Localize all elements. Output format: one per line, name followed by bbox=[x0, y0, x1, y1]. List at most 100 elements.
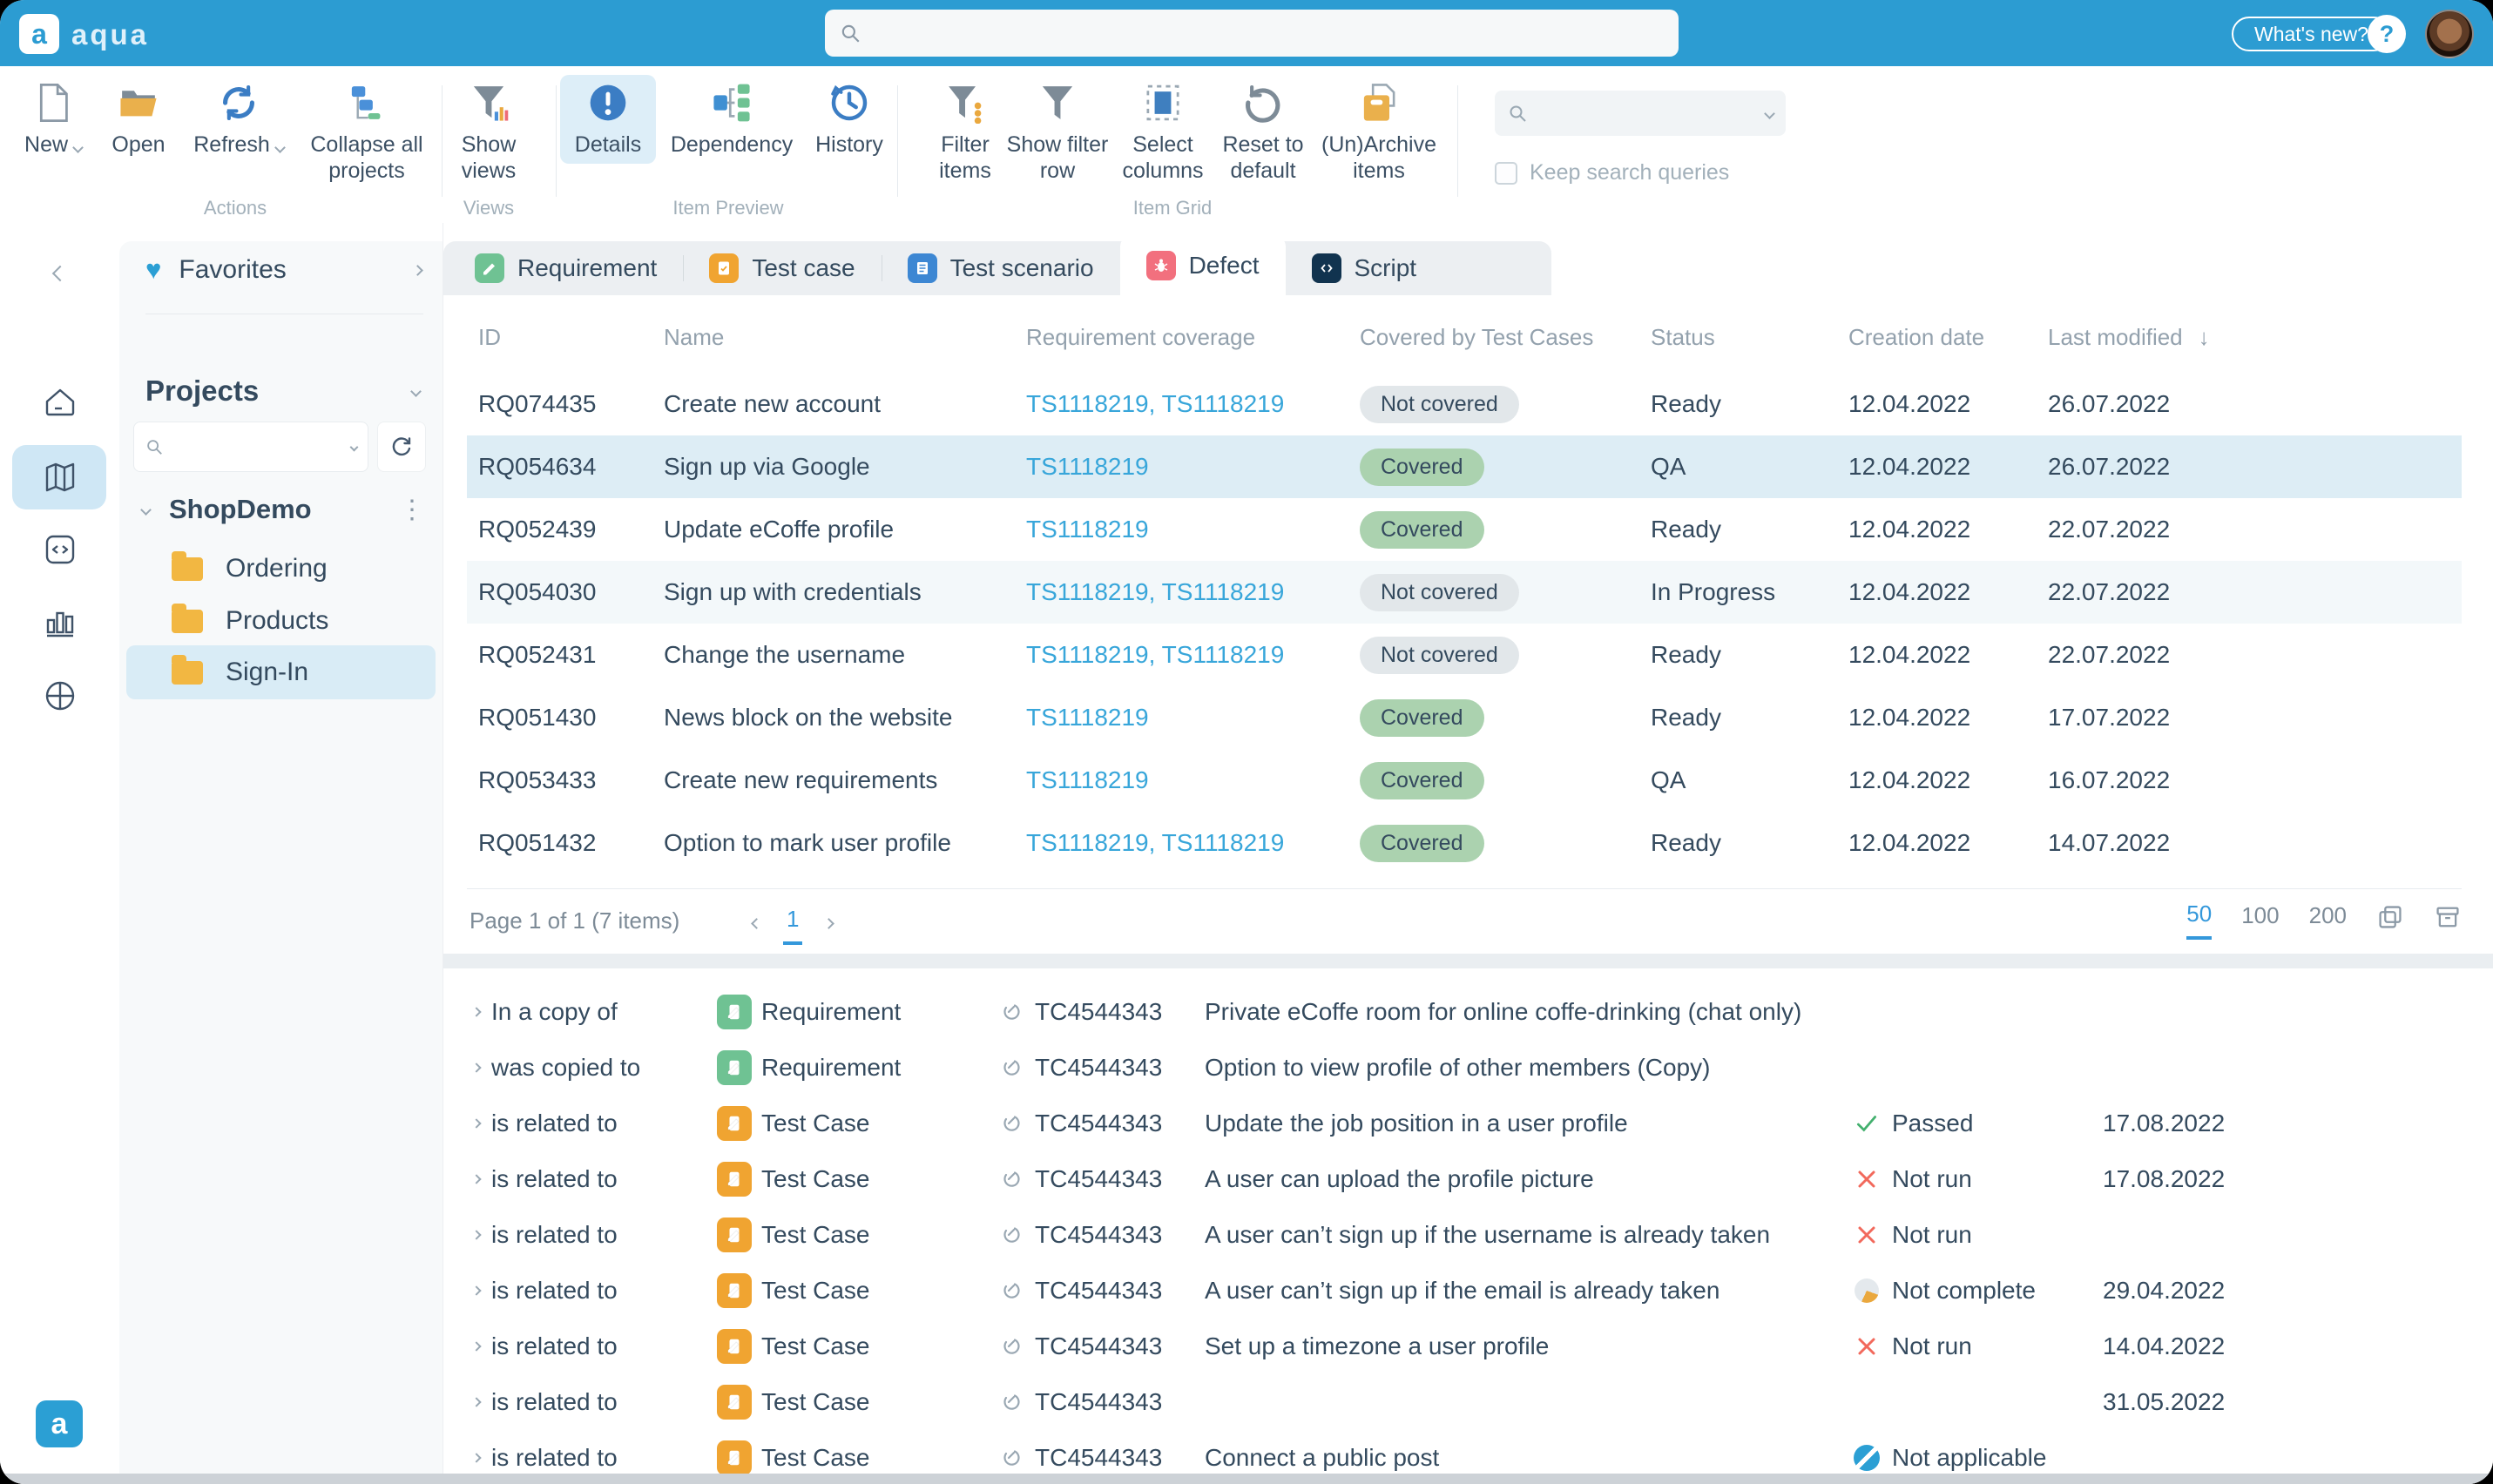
expand-chevron-icon[interactable] bbox=[471, 1397, 481, 1406]
table-row[interactable]: RQ052431 Change the username TS1118219, … bbox=[467, 624, 2462, 686]
expand-chevron-icon[interactable] bbox=[471, 1230, 481, 1239]
item-id-link[interactable]: TC4544343 bbox=[1035, 998, 1162, 1026]
filter-items-button[interactable]: Filter items bbox=[917, 80, 1013, 184]
expand-chevron-icon[interactable] bbox=[471, 1174, 481, 1184]
col-header-modified[interactable]: Last modified↓ bbox=[2048, 324, 2462, 351]
relation-row[interactable]: is related to Test Case TC4544343 bbox=[467, 1374, 2470, 1430]
item-description[interactable]: Option to view profile of other members … bbox=[1205, 1054, 1854, 1082]
reports-chart-icon[interactable] bbox=[40, 603, 80, 643]
expand-chevron-icon[interactable] bbox=[471, 1118, 481, 1128]
item-description[interactable]: A user can upload the profile picture bbox=[1205, 1165, 1854, 1193]
item-id-link[interactable]: TC4544343 bbox=[1035, 1277, 1162, 1305]
col-header-covered[interactable]: Covered by Test Cases bbox=[1360, 324, 1651, 351]
coverage-links[interactable]: TS1118219, TS1118219 bbox=[1026, 829, 1360, 857]
archive-icon[interactable] bbox=[2434, 903, 2462, 931]
expand-chevron-icon[interactable] bbox=[471, 1453, 481, 1462]
item-description[interactable]: A user can’t sign up if the username is … bbox=[1205, 1221, 1854, 1249]
item-id-link[interactable]: TC4544343 bbox=[1035, 1388, 1162, 1416]
item-id-link[interactable]: TC4544343 bbox=[1035, 1054, 1162, 1082]
item-id-link[interactable]: TC4544343 bbox=[1035, 1221, 1162, 1249]
coverage-links[interactable]: TS1118219, TS1118219 bbox=[1026, 390, 1360, 418]
expand-chevron-icon[interactable] bbox=[471, 1007, 481, 1016]
project-search-input[interactable] bbox=[133, 422, 368, 472]
show-filter-row-button[interactable]: Show filter row bbox=[1001, 80, 1114, 184]
item-id-link[interactable]: TC4544343 bbox=[1035, 1165, 1162, 1193]
table-row[interactable]: RQ074435 Create new account TS1118219, T… bbox=[467, 373, 2462, 435]
page-number[interactable]: 1 bbox=[783, 902, 802, 945]
coverage-links[interactable]: TS1118219 bbox=[1026, 453, 1360, 481]
user-avatar[interactable] bbox=[2425, 10, 2474, 58]
refresh-button[interactable]: Refresh bbox=[191, 80, 287, 159]
dependency-button[interactable]: Dependency bbox=[671, 80, 793, 159]
col-header-status[interactable]: Status bbox=[1651, 324, 1848, 351]
page-size-200[interactable]: 200 bbox=[2309, 902, 2347, 938]
table-row[interactable]: RQ051430 News block on the website TS111… bbox=[467, 686, 2462, 749]
item-description[interactable]: Update the job position in a user profil… bbox=[1205, 1110, 1854, 1137]
col-header-created[interactable]: Creation date bbox=[1848, 324, 2048, 351]
keep-search-queries-checkbox[interactable]: Keep search queries bbox=[1495, 160, 1729, 186]
coverage-links[interactable]: TS1118219 bbox=[1026, 704, 1360, 732]
relation-row[interactable]: In a copy of Requirement TC4544343 Priva… bbox=[467, 984, 2470, 1040]
sidebar-item-products[interactable]: Products bbox=[126, 594, 436, 648]
tab-requirement[interactable]: Requirement bbox=[449, 241, 683, 295]
next-page-button[interactable] bbox=[824, 918, 835, 929]
item-description[interactable]: Private eCoffe room for online coffe-dri… bbox=[1205, 998, 1854, 1026]
reset-to-default-button[interactable]: Reset to default bbox=[1215, 80, 1311, 184]
expand-chevron-icon[interactable] bbox=[471, 1285, 481, 1295]
table-row[interactable]: RQ052439 Update eCoffe profile TS1118219… bbox=[467, 498, 2462, 561]
copy-icon[interactable] bbox=[2376, 903, 2404, 931]
table-row[interactable]: RQ054030 Sign up with credentials TS1118… bbox=[467, 561, 2462, 624]
expand-chevron-icon[interactable] bbox=[471, 1341, 481, 1351]
apps-grid-icon[interactable] bbox=[40, 676, 80, 716]
tab-test-scenario[interactable]: Test scenario bbox=[882, 241, 1120, 295]
relation-row[interactable]: is related to Test Case TC4544343 Set up… bbox=[467, 1319, 2470, 1374]
table-row[interactable]: RQ054634 Sign up via Google TS1118219 Co… bbox=[467, 435, 2462, 498]
relation-row[interactable]: is related to Test Case TC4544343 Update… bbox=[467, 1096, 2470, 1151]
col-header-name[interactable]: Name bbox=[664, 324, 1026, 351]
tab-test-case[interactable]: Test case bbox=[683, 241, 881, 295]
coverage-links[interactable]: TS1118219, TS1118219 bbox=[1026, 641, 1360, 669]
details-button[interactable]: Details bbox=[560, 75, 656, 164]
sidebar-item-ordering[interactable]: Ordering bbox=[126, 542, 436, 596]
coverage-links[interactable]: TS1118219 bbox=[1026, 516, 1360, 543]
page-size-50[interactable]: 50 bbox=[2186, 901, 2212, 940]
favorites-section[interactable]: ♥ Favorites bbox=[119, 250, 443, 290]
open-button[interactable]: Open bbox=[91, 80, 186, 159]
relation-row[interactable]: was copied to Requirement TC4544343 Opti… bbox=[467, 1040, 2470, 1096]
col-header-id[interactable]: ID bbox=[478, 324, 664, 351]
global-search-input[interactable] bbox=[825, 10, 1679, 57]
relation-row[interactable]: is related to Test Case TC4544343 A user… bbox=[467, 1207, 2470, 1263]
expand-chevron-icon[interactable] bbox=[471, 1062, 481, 1072]
coverage-links[interactable]: TS1118219, TS1118219 bbox=[1026, 578, 1360, 606]
select-columns-button[interactable]: Select columns bbox=[1115, 80, 1211, 184]
prev-page-button[interactable] bbox=[751, 918, 762, 929]
table-row[interactable]: RQ051432 Option to mark user profile TS1… bbox=[467, 812, 2462, 874]
item-id-link[interactable]: TC4544343 bbox=[1035, 1332, 1162, 1360]
item-id-link[interactable]: TC4544343 bbox=[1035, 1110, 1162, 1137]
projects-map-icon[interactable] bbox=[40, 457, 80, 497]
tab-script[interactable]: Script bbox=[1286, 241, 1443, 295]
unarchive-items-button[interactable]: (Un)Archive items bbox=[1314, 80, 1444, 184]
tab-defect[interactable]: Defect bbox=[1120, 236, 1286, 295]
new-button[interactable]: New bbox=[5, 80, 101, 159]
project-tree-root[interactable]: ShopDemo ⋮ bbox=[119, 488, 443, 531]
col-header-coverage[interactable]: Requirement coverage bbox=[1026, 324, 1360, 351]
help-button[interactable]: ? bbox=[2368, 15, 2406, 53]
item-description[interactable]: Connect a public post bbox=[1205, 1444, 1854, 1472]
sidebar-item-sign-in[interactable]: Sign-In bbox=[126, 645, 436, 699]
relation-row[interactable]: is related to Test Case TC4544343 A user… bbox=[467, 1263, 2470, 1319]
table-row[interactable]: RQ053433 Create new requirements TS11182… bbox=[467, 749, 2462, 812]
history-button[interactable]: History bbox=[801, 80, 897, 159]
scripts-icon[interactable] bbox=[40, 530, 80, 570]
kebab-menu-icon[interactable]: ⋮ bbox=[399, 495, 425, 525]
home-icon[interactable] bbox=[40, 382, 80, 422]
collapse-sidebar-button[interactable] bbox=[54, 268, 65, 280]
ribbon-search-input[interactable] bbox=[1495, 91, 1786, 136]
projects-section-header[interactable]: Projects bbox=[119, 372, 443, 410]
collapse-all-projects-button[interactable]: Collapse all projects bbox=[297, 80, 436, 184]
relation-row[interactable]: is related to Test Case TC4544343 A user… bbox=[467, 1151, 2470, 1207]
item-id-link[interactable]: TC4544343 bbox=[1035, 1444, 1162, 1472]
item-description[interactable]: A user can’t sign up if the email is alr… bbox=[1205, 1277, 1854, 1305]
coverage-links[interactable]: TS1118219 bbox=[1026, 766, 1360, 794]
show-views-button[interactable]: Show views bbox=[441, 80, 537, 184]
